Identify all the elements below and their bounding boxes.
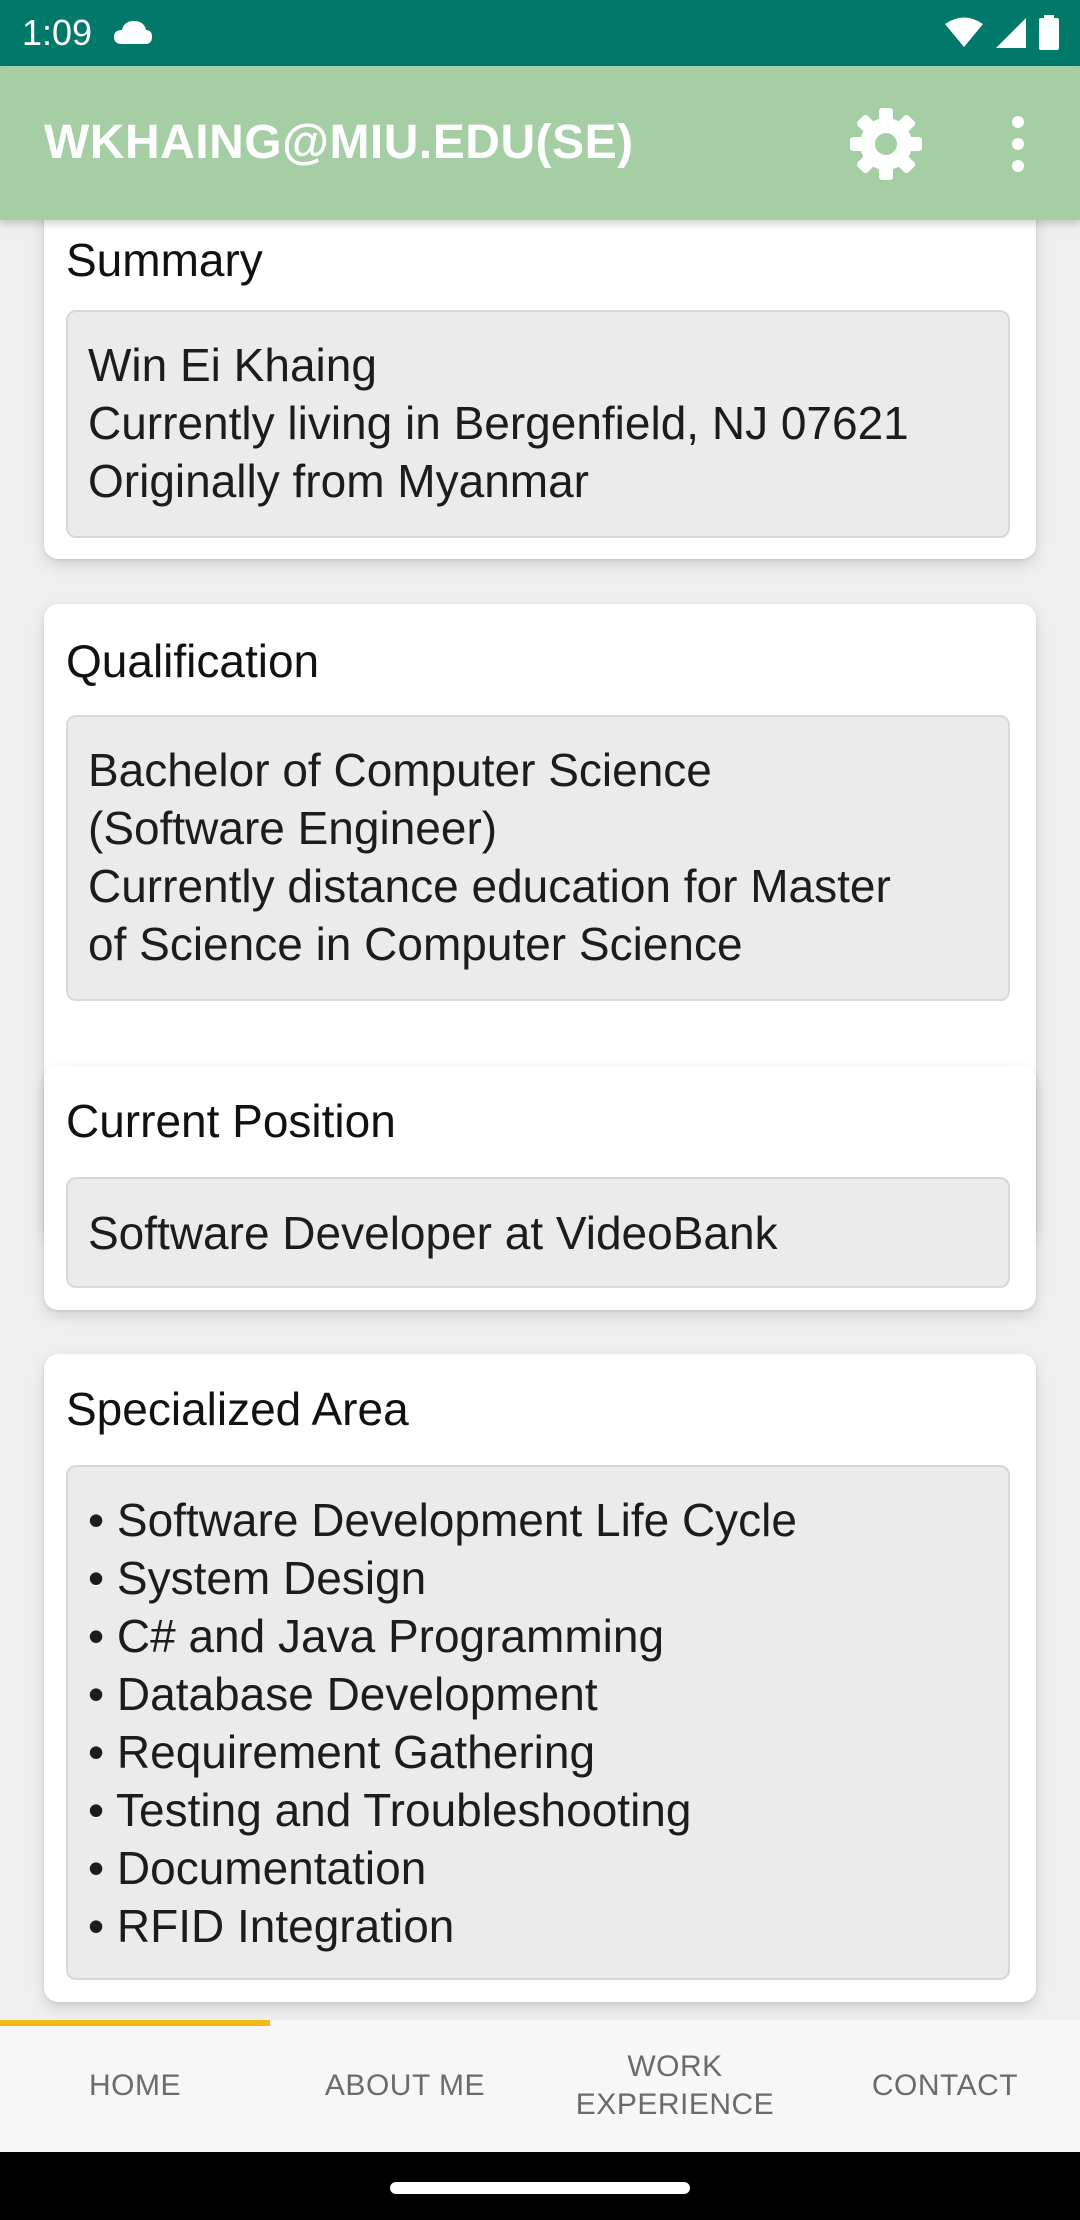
app-title: WKHAING@MIU.EDU(SE) (44, 116, 634, 169)
home-content[interactable]: Summary Win Ei Khaing Currently living i… (0, 220, 1080, 2020)
gear-icon[interactable] (846, 104, 926, 184)
tab-label: ABOUT ME (324, 2069, 486, 2102)
position-line: Software Developer at VideoBank (88, 1207, 778, 1259)
qualification-line: of Science in Computer Science (88, 918, 743, 970)
specialized-title: Specialized Area (66, 1383, 409, 1435)
summary-box: Win Ei Khaing Currently living in Bergen… (66, 310, 1010, 538)
specialized-box: • Software Development Life Cycle • Syst… (66, 1465, 1010, 1980)
qualification-line: Currently distance education for Master (88, 860, 891, 912)
position-box: Software Developer at VideoBank (66, 1177, 1010, 1288)
app-bar: WKHAING@MIU.EDU(SE) (0, 66, 1080, 220)
tab-label: WORK (627, 2050, 723, 2083)
tab-contact[interactable]: CONTACT (810, 2020, 1080, 2152)
screen: 1:09 WKHAING@MIU.EDU(SE) Summary Win Ei … (0, 0, 1080, 2220)
tab-home[interactable]: HOME (0, 2020, 270, 2152)
status-icons (944, 14, 1060, 52)
bottom-tab-bar: HOME ABOUT ME WORK EXPERIENCE CONTACT (0, 2020, 1080, 2152)
specialized-item: • Documentation (88, 1842, 427, 1894)
qualification-line: Bachelor of Computer Science (88, 744, 712, 796)
tab-work-experience[interactable]: WORK EXPERIENCE (540, 2020, 810, 2152)
tab-label: EXPERIENCE (575, 2088, 775, 2121)
summary-line: Originally from Myanmar (88, 455, 589, 507)
qualification-line: (Software Engineer) (88, 802, 498, 854)
specialized-item: • Testing and Troubleshooting (88, 1784, 692, 1836)
qualification-box: Bachelor of Computer Science (Software E… (66, 715, 1010, 1001)
tab-label: CONTACT (871, 2069, 1019, 2102)
summary-card: Summary Win Ei Khaing Currently living i… (44, 220, 1036, 559)
more-vert-icon[interactable] (994, 108, 1042, 180)
status-bar: 1:09 (0, 0, 1080, 66)
position-title: Current Position (66, 1095, 396, 1147)
specialized-item: • Database Development (88, 1668, 598, 1720)
position-card: Current Position Software Developer at V… (44, 1066, 1036, 1310)
specialized-card: Specialized Area • Software Development … (44, 1354, 1036, 2002)
status-time: 1:09 (22, 12, 93, 53)
specialized-item: • Requirement Gathering (88, 1726, 596, 1778)
specialized-item: • C# and Java Programming (88, 1610, 665, 1662)
tab-about-me[interactable]: ABOUT ME (270, 2020, 540, 2152)
qualification-title: Qualification (66, 635, 320, 687)
tab-label: HOME (89, 2069, 181, 2102)
summary-line: Win Ei Khaing (88, 339, 377, 391)
specialized-item: • Software Development Life Cycle (88, 1494, 797, 1546)
summary-line: Currently living in Bergenfield, NJ 0762… (88, 397, 909, 449)
system-nav-bar (0, 2152, 1080, 2220)
cell-signal-icon (996, 18, 1026, 48)
wifi-icon (945, 17, 983, 47)
summary-title: Summary (66, 234, 263, 286)
specialized-item: • RFID Integration (88, 1900, 455, 1952)
home-gesture-handle[interactable] (390, 2182, 690, 2194)
cloud-icon (114, 21, 152, 44)
specialized-item: • System Design (88, 1552, 427, 1604)
battery-icon (1039, 15, 1059, 50)
